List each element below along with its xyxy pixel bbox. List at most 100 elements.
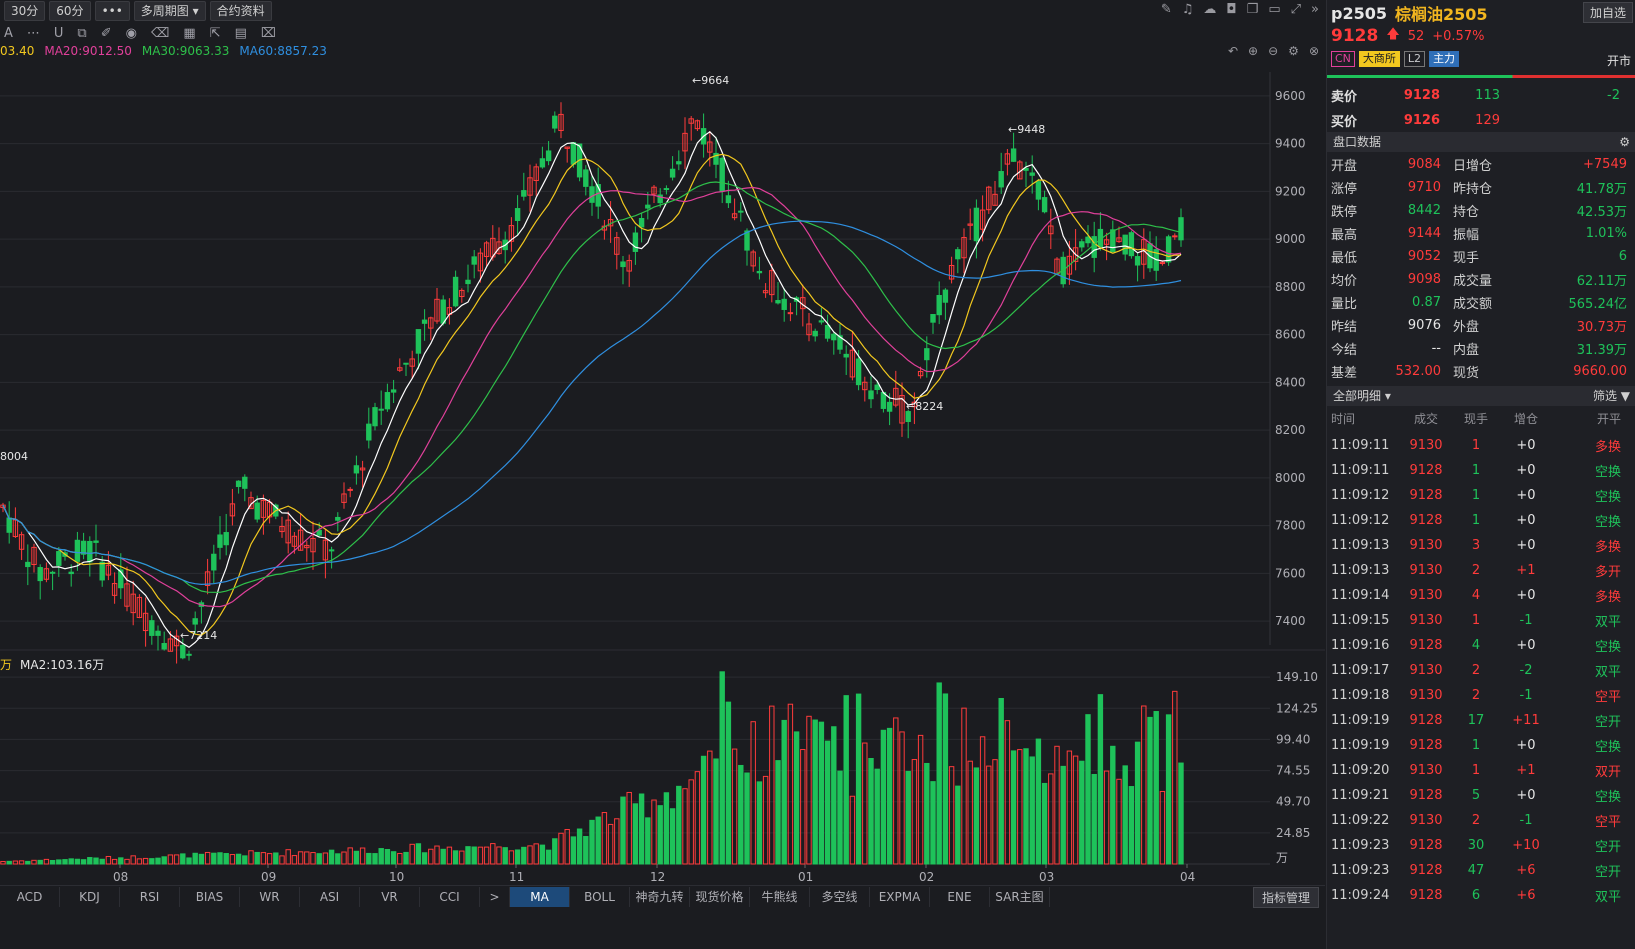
- candle-body: [738, 210, 744, 213]
- tag-exchange: 大商所: [1358, 51, 1400, 67]
- trade-row: 11:09:14 9130 4 +0 多换: [1331, 583, 1631, 608]
- volume-bar: [558, 832, 564, 865]
- volume-bar: [31, 859, 37, 865]
- trade-row: 11:09:16 9128 4 +0 空换: [1331, 633, 1631, 658]
- indicator-tab[interactable]: CCI: [420, 886, 480, 907]
- volume-bar: [899, 731, 905, 865]
- volume-bar: [446, 846, 453, 865]
- volume-bar: [1153, 711, 1159, 865]
- indicator-tab[interactable]: 多空线: [810, 886, 870, 907]
- indicator-tab[interactable]: ACD: [0, 886, 60, 907]
- candle-body: [1041, 197, 1048, 213]
- trade-oi: +0: [1516, 488, 1536, 503]
- volume-bar: [186, 857, 192, 865]
- indicator-tab[interactable]: >: [480, 886, 510, 907]
- volume-bar: [719, 671, 725, 865]
- candle-body: [905, 411, 911, 423]
- ask-row: 卖价 9128 113 -2: [1331, 84, 1631, 106]
- candle-body: [335, 516, 341, 521]
- volume-bar: [390, 851, 397, 865]
- candlestick-chart[interactable]: 9600 9400 9200 9000 8800 8600 8400 8200 8000 7800…: [0, 0, 1325, 885]
- volume-bar: [1010, 750, 1017, 865]
- settings-icon[interactable]: ⚙: [1619, 132, 1630, 152]
- volume-bar: [831, 726, 837, 865]
- stat-label: 现手: [1453, 251, 1480, 266]
- candle-body: [384, 392, 391, 410]
- stat-value: 31.39万: [1576, 343, 1627, 358]
- trade-price: 9128: [1409, 488, 1443, 503]
- volume-bar: [781, 719, 787, 865]
- trade-price: 9130: [1409, 763, 1443, 778]
- indicator-manage-button[interactable]: 指标管理: [1252, 887, 1319, 908]
- indicator-tab[interactable]: RSI: [120, 886, 180, 907]
- indicator-tab[interactable]: ENE: [930, 886, 990, 907]
- volume-bar: [136, 858, 143, 865]
- candle-body: [775, 300, 781, 304]
- indicator-tab[interactable]: SAR主图: [990, 886, 1050, 907]
- candle-body: [6, 517, 12, 533]
- volume-bar: [1048, 773, 1054, 865]
- ask-label: 卖价: [1331, 89, 1358, 105]
- candle-body: [211, 553, 217, 571]
- trade-type: 多换: [1594, 540, 1621, 555]
- volume-bar: [750, 721, 756, 865]
- indicator-tab[interactable]: BIAS: [180, 886, 240, 907]
- volume-bar: [1029, 756, 1035, 865]
- bid-row: 买价 9126 129: [1331, 109, 1631, 131]
- buy-sell-ratio-bar: [1327, 75, 1635, 78]
- trade-time: 11:09:11: [1331, 438, 1390, 453]
- trade-price: 9128: [1409, 788, 1443, 803]
- trade-type: 空开: [1594, 865, 1621, 880]
- add-watchlist-button[interactable]: 加自选: [1582, 2, 1633, 23]
- time-axis-label: 01: [798, 870, 813, 884]
- indicator-tab[interactable]: BOLL: [570, 886, 630, 907]
- price-annotation: ←9664: [692, 74, 729, 87]
- ma10-line: [2, 153, 1182, 636]
- volume-bar: [359, 847, 366, 865]
- indicator-tab[interactable]: EXPMA: [870, 886, 930, 907]
- indicator-tab[interactable]: WR: [240, 886, 300, 907]
- indicator-tab[interactable]: 神奇九转: [630, 886, 690, 907]
- volume-legend: 万 MA2:103.16万: [0, 656, 104, 673]
- stat-row: 基差 532.00 现货 9660.00: [1331, 360, 1631, 383]
- trade-time: 11:09:18: [1331, 688, 1390, 703]
- volume-bar: [1079, 760, 1085, 865]
- trade-volume: 1: [1471, 738, 1481, 753]
- indicator-tab[interactable]: KDJ: [60, 886, 120, 907]
- indicator-tab[interactable]: ASI: [300, 886, 360, 907]
- volume-bar: [1165, 714, 1172, 865]
- volume-bar: [1004, 720, 1011, 865]
- trade-price: 9130: [1409, 538, 1443, 553]
- volume-bar: [1097, 694, 1104, 865]
- price-axis-label: 8600: [1275, 328, 1306, 342]
- filter-button[interactable]: 筛选 ▼: [1593, 386, 1630, 406]
- indicator-tab[interactable]: MA: [510, 886, 570, 907]
- indicator-tab[interactable]: 牛熊线: [750, 886, 810, 907]
- volume-unit: 万: [0, 658, 13, 672]
- volume-bar: [43, 858, 50, 865]
- indicator-tab[interactable]: VR: [360, 886, 420, 907]
- trade-row: 11:09:23 9128 30 +10 空开: [1331, 833, 1631, 858]
- tag-cn: CN: [1331, 51, 1355, 67]
- volume-bar: [762, 775, 769, 865]
- volume-bar: [1116, 778, 1122, 865]
- candle-body: [242, 476, 248, 489]
- stat-row: 最低 9052 现手 6: [1331, 245, 1631, 268]
- volume-bar: [173, 854, 180, 865]
- volume-bar: [310, 852, 316, 865]
- volume-bar: [682, 788, 688, 865]
- volume-bar: [49, 859, 56, 865]
- volume-bar: [285, 849, 291, 865]
- stat-value: 565.24亿: [1568, 297, 1628, 312]
- candle-body: [1029, 172, 1035, 176]
- trade-price: 9130: [1409, 563, 1443, 578]
- trade-price: 9128: [1409, 638, 1443, 653]
- detail-title[interactable]: 全部明细: [1333, 389, 1381, 403]
- candle-body: [99, 561, 105, 581]
- indicator-tab[interactable]: 现货价格: [690, 886, 750, 907]
- stat-value: 62.11万: [1576, 274, 1627, 289]
- volume-bar: [645, 817, 651, 865]
- volume-bar: [1066, 750, 1073, 865]
- stat-label: 振幅: [1453, 228, 1480, 243]
- candle-body: [719, 157, 725, 192]
